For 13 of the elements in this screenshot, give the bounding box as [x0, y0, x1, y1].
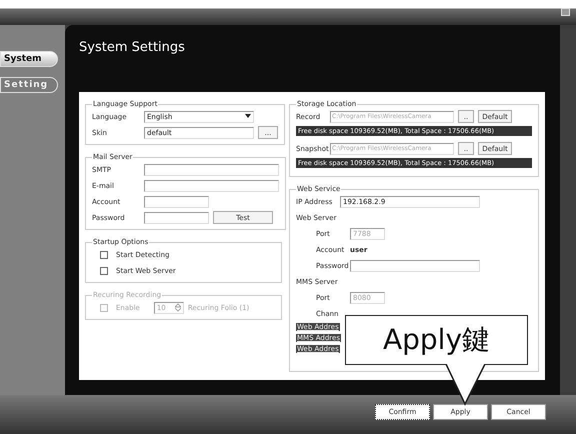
window-icon[interactable]: [561, 8, 570, 16]
input-field[interactable]: [144, 164, 279, 176]
checkbox[interactable]: [100, 250, 108, 258]
input-field[interactable]: [144, 212, 209, 224]
page-title: System Settings: [79, 40, 186, 57]
input-field[interactable]: [144, 180, 279, 192]
caret-icon: [245, 114, 251, 119]
sidebar-tab[interactable]: Setting: [0, 77, 58, 93]
password-field[interactable]: [350, 260, 480, 272]
input-field[interactable]: [144, 196, 209, 208]
sidebar-tab[interactable]: System: [0, 51, 58, 67]
spinner-arrows-icon: [174, 303, 181, 312]
checkbox[interactable]: [100, 266, 108, 274]
